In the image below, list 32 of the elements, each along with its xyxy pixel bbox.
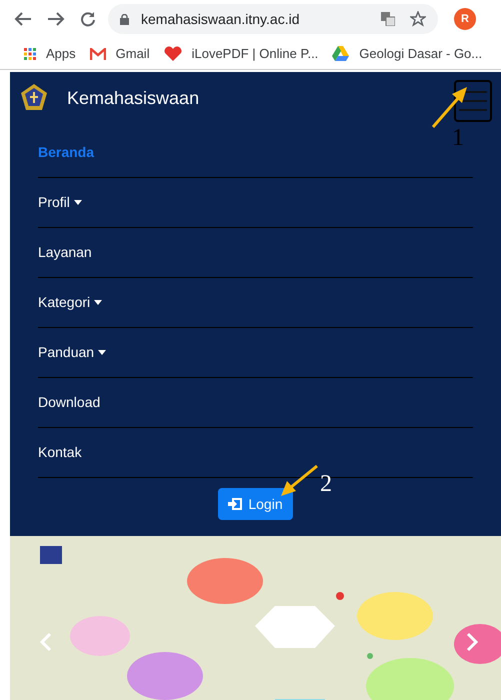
nav-link[interactable]: Panduan	[38, 342, 106, 363]
mail-icon	[90, 48, 106, 60]
reload-icon[interactable]	[80, 11, 96, 27]
annotation-number: 2	[320, 470, 332, 499]
bookmark-link[interactable]: Gmail	[116, 44, 150, 64]
translate-icon[interactable]	[381, 12, 395, 26]
address-bar[interactable]: kemahasiswaan.itny.ac.id	[108, 4, 438, 34]
back-icon[interactable]	[14, 11, 32, 27]
nav-link[interactable]: Beranda	[38, 142, 94, 163]
brand-title[interactable]: Kemahasiswaan	[67, 84, 200, 112]
star-icon[interactable]	[410, 11, 426, 27]
annotation-number: 1	[452, 124, 464, 153]
bookmark-link[interactable]: Geologi Dasar - Go...	[359, 44, 482, 64]
nav-link[interactable]: Profil	[38, 192, 82, 213]
menu-icon	[459, 90, 487, 112]
url-text: kemahasiswaan.itny.ac.id	[141, 10, 300, 29]
sign-in-icon	[228, 498, 242, 510]
annotation-arrow	[278, 463, 320, 499]
nav-link[interactable]: Kategori	[38, 292, 102, 313]
heart-icon	[164, 46, 182, 61]
bookmark-link[interactable]: Apps	[46, 44, 76, 64]
nav-link[interactable]: Download	[38, 392, 100, 413]
nav-link[interactable]: Layanan	[38, 242, 92, 263]
login-button[interactable]: Login	[218, 488, 293, 520]
lock-icon	[120, 14, 129, 24]
triangle-icon	[332, 46, 350, 61]
annotation-arrow	[430, 84, 470, 130]
apps-grid-icon	[24, 48, 36, 60]
bookmark-link[interactable]: iLovePDF | Online P...	[192, 44, 318, 64]
forward-icon[interactable]	[47, 11, 65, 27]
logo-icon	[19, 83, 49, 113]
nav-link[interactable]: Kontak	[38, 442, 82, 463]
